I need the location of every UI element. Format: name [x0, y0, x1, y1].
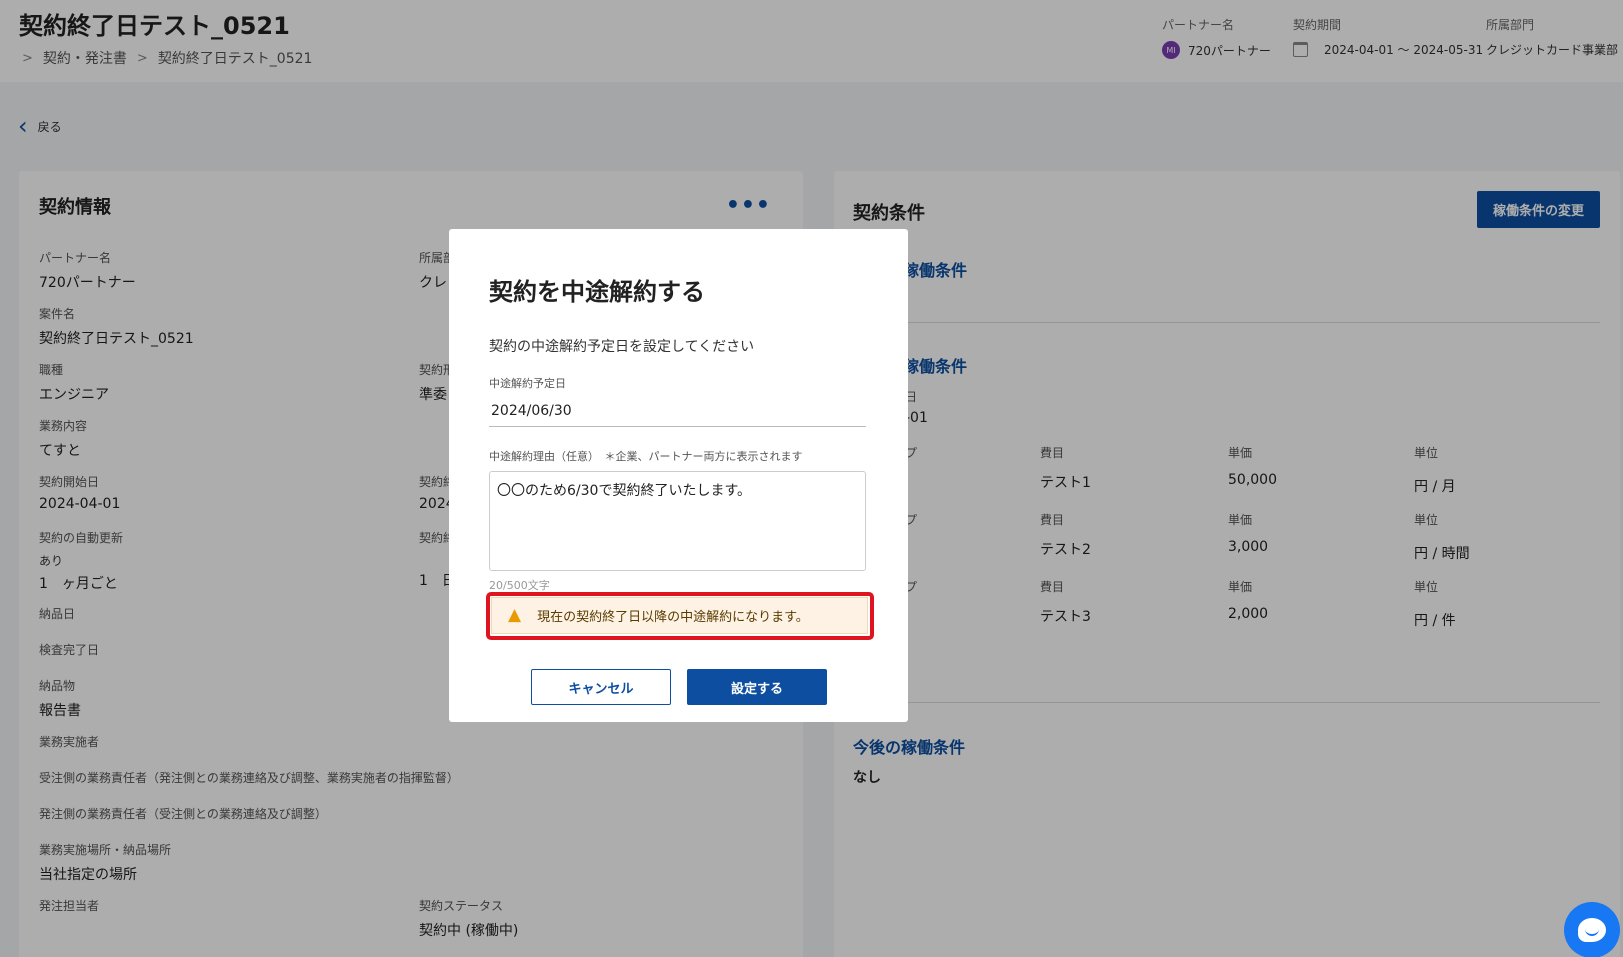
- termination-date-input[interactable]: 2024/06/30: [489, 399, 866, 427]
- early-termination-dialog: 契約を中途解約する 契約の中途解約予定日を設定してください 中途解約予定日 20…: [449, 229, 908, 722]
- dialog-description: 契約の中途解約予定日を設定してください: [489, 339, 755, 355]
- termination-date-label: 中途解約予定日: [489, 377, 566, 390]
- termination-reason-textarea[interactable]: 〇〇のため6/30で契約終了いたします。: [489, 471, 866, 571]
- chat-button[interactable]: [1564, 902, 1620, 957]
- cancel-button[interactable]: キャンセル: [531, 669, 671, 705]
- warning-text: 現在の契約終了日以降の中途解約になります。: [537, 610, 809, 625]
- termination-reason-label: 中途解約理由（任意） ＊企業、パートナー両方に表示されます: [489, 450, 803, 463]
- submit-button[interactable]: 設定する: [687, 669, 827, 705]
- warning-icon: ▲: [508, 605, 522, 625]
- char-count: 20/500文字: [489, 579, 550, 592]
- warning-alert: ▲ 現在の契約終了日以降の中途解約になります。: [491, 597, 868, 634]
- chat-icon: [1578, 918, 1606, 942]
- dialog-title: 契約を中途解約する: [489, 278, 705, 306]
